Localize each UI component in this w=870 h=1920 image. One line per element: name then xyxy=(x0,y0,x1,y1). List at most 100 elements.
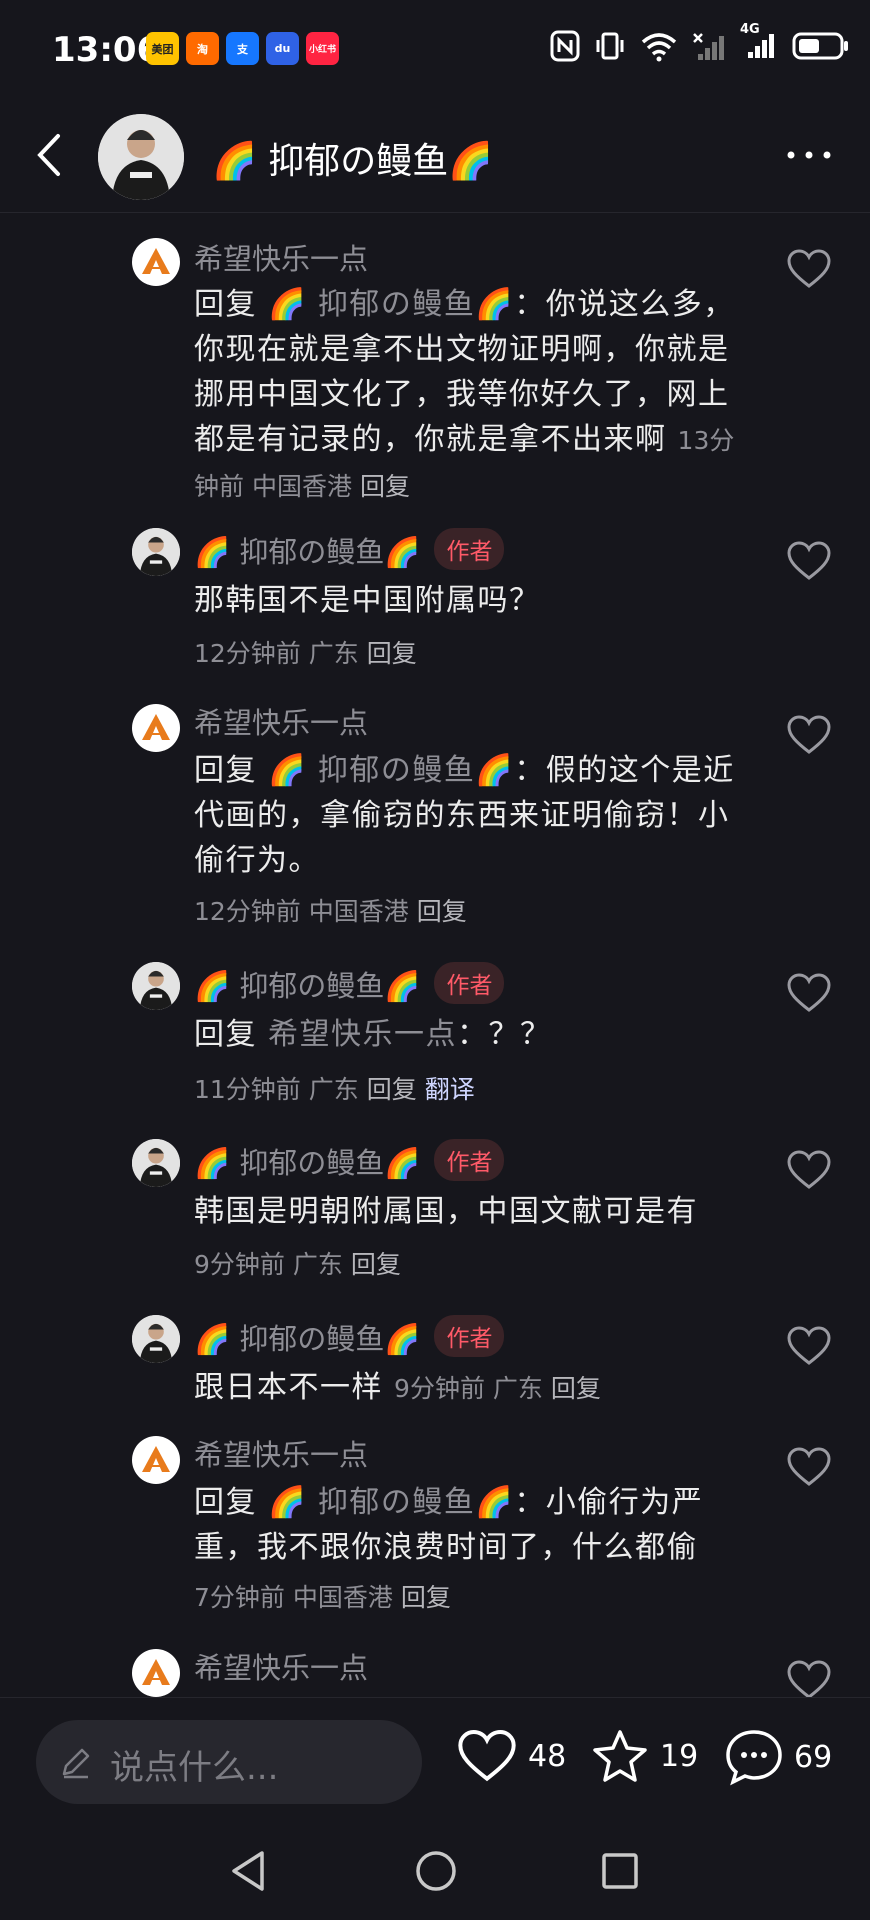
more-options-icon[interactable] xyxy=(784,140,834,170)
baidu-app-icon: du xyxy=(266,32,299,65)
like-heart-icon[interactable] xyxy=(786,972,832,1014)
like-button[interactable]: 48 xyxy=(456,1728,566,1784)
favorite-button[interactable]: 19 xyxy=(590,1728,698,1784)
comment-author[interactable]: 🌈 抑郁の鳗鱼🌈 作者 xyxy=(194,1315,505,1358)
pencil-icon xyxy=(62,1748,90,1779)
author-badge: 作者 xyxy=(434,1315,505,1357)
comment-meta: 11分钟前 广东 回复 翻译 xyxy=(194,1070,475,1106)
like-heart-icon[interactable] xyxy=(786,1149,832,1191)
comment-meta: 9分钟前 广东 回复 xyxy=(194,1245,401,1281)
reply-button[interactable]: 回复 xyxy=(367,1075,417,1104)
comment-meta: 12分钟前 中国香港 回复 xyxy=(194,892,467,928)
comment-meta: 7分钟前 中国香港 回复 xyxy=(194,1578,451,1614)
reply-target[interactable]: 🌈 抑郁の鳗鱼🌈 xyxy=(268,1485,514,1520)
user-avatar[interactable] xyxy=(132,704,180,752)
comment-body: 韩国是明朝附属国，中国文献可是有 xyxy=(194,1194,698,1229)
star-icon xyxy=(593,1730,647,1782)
user-avatar[interactable] xyxy=(132,238,180,286)
like-heart-icon[interactable] xyxy=(786,1446,832,1488)
reply-target[interactable]: 🌈 抑郁の鳗鱼🌈 xyxy=(268,753,514,788)
nav-recents-icon[interactable] xyxy=(600,1851,640,1891)
input-placeholder: 说点什么... xyxy=(110,1748,279,1788)
author-badge: 作者 xyxy=(434,528,505,570)
comment-author[interactable]: 希望快乐一点 xyxy=(194,700,368,742)
comment-count: 69 xyxy=(794,1739,833,1775)
comment-text: 跟日本不一样 9分钟前 广东 回复 xyxy=(194,1365,750,1411)
user-avatar[interactable] xyxy=(132,1436,180,1484)
taobao-app-icon: 淘 xyxy=(186,32,219,65)
cell-signal: 4G xyxy=(740,22,778,64)
comment-time: 11分钟前 xyxy=(194,1075,301,1104)
comment-text: 回复 🌈 抑郁の鳗鱼🌈：小偷行为严重，我不跟你浪费时间了，什么都偷 xyxy=(194,1480,750,1570)
comment-meta: 9分钟前 广东 回复 xyxy=(394,1374,601,1403)
system-icons: 4G xyxy=(550,22,850,64)
status-bar: 13:06 美团 淘 支 du 小红书 4G xyxy=(0,0,870,100)
comment-location: 广东 xyxy=(492,1374,543,1403)
author-name: 🌈 抑郁の鳗鱼🌈 xyxy=(194,969,421,1003)
comment-location: 广东 xyxy=(308,639,359,668)
header-avatar[interactable] xyxy=(98,114,184,200)
reply-button[interactable]: 回复 xyxy=(401,1583,451,1612)
comment-body: 跟日本不一样 xyxy=(194,1370,383,1405)
comment-time: 9分钟前 xyxy=(194,1250,285,1279)
user-avatar[interactable] xyxy=(132,1649,180,1697)
comment-location: 中国香港 xyxy=(292,1583,393,1612)
author-name: 🌈 抑郁の鳗鱼🌈 xyxy=(194,535,421,569)
comment-author[interactable]: 🌈 抑郁の鳗鱼🌈 作者 xyxy=(194,528,505,571)
comment-time: 9分钟前 xyxy=(394,1374,485,1403)
author-avatar[interactable] xyxy=(132,962,180,1010)
reply-prefix: 回复 xyxy=(194,287,269,322)
comment-time: 12分钟前 xyxy=(194,639,301,668)
favorite-count: 19 xyxy=(660,1738,699,1774)
nav-back-icon[interactable] xyxy=(228,1849,268,1893)
reply-prefix: 回复 xyxy=(194,753,269,788)
reply-prefix: 回复 xyxy=(194,1485,269,1520)
network-type: 4G xyxy=(740,22,760,37)
like-heart-icon[interactable] xyxy=(786,540,832,582)
reply-button[interactable]: 回复 xyxy=(360,472,410,501)
author-badge: 作者 xyxy=(434,962,505,1004)
comment-author[interactable]: 希望快乐一点 xyxy=(194,1645,368,1687)
vibrate-icon xyxy=(596,32,624,60)
battery-icon xyxy=(792,32,848,60)
author-avatar[interactable] xyxy=(132,528,180,576)
comment-author[interactable]: 希望快乐一点 xyxy=(194,236,368,278)
nav-home-icon[interactable] xyxy=(414,1849,458,1893)
comment-body: ：？？ xyxy=(457,1017,552,1052)
reply-button[interactable]: 回复 xyxy=(417,897,467,926)
comment-body: 那韩国不是中国附属吗？ xyxy=(194,583,541,618)
like-heart-icon[interactable] xyxy=(786,1325,832,1367)
author-avatar[interactable] xyxy=(132,1139,180,1187)
comment-meta: 12分钟前 广东 回复 xyxy=(194,634,417,670)
comment-author[interactable]: 🌈 抑郁の鳗鱼🌈 作者 xyxy=(194,1139,505,1182)
reply-button[interactable]: 回复 xyxy=(551,1374,601,1403)
comment-text: 那韩国不是中国附属吗？ xyxy=(194,578,750,623)
translate-button[interactable]: 翻译 xyxy=(425,1075,475,1104)
reply-target[interactable]: 希望快乐一点 xyxy=(268,1017,457,1052)
reply-button[interactable]: 回复 xyxy=(351,1250,401,1279)
comment-author[interactable]: 希望快乐一点 xyxy=(194,1432,368,1474)
comment-author[interactable]: 🌈 抑郁の鳗鱼🌈 作者 xyxy=(194,962,505,1005)
signal-off-icon xyxy=(693,33,724,60)
heart-icon xyxy=(458,1729,516,1782)
author-avatar[interactable] xyxy=(132,1315,180,1363)
status-time: 13:06 xyxy=(52,30,161,70)
comment-input[interactable]: 说点什么... xyxy=(36,1720,422,1804)
like-heart-icon[interactable] xyxy=(786,714,832,756)
alipay-app-icon: 支 xyxy=(226,32,259,65)
xiaohongshu-app-icon: 小红书 xyxy=(306,32,339,65)
comment-location: 广东 xyxy=(292,1250,343,1279)
comment-time: 7分钟前 xyxy=(194,1583,285,1612)
comment-text: 韩国是明朝附属国，中国文献可是有 xyxy=(194,1189,750,1234)
like-heart-icon[interactable] xyxy=(786,1659,832,1701)
like-heart-icon[interactable] xyxy=(786,248,832,290)
back-arrow-icon[interactable] xyxy=(30,130,70,180)
reply-target[interactable]: 🌈 抑郁の鳗鱼🌈 xyxy=(268,287,514,322)
comment-button[interactable]: 69 xyxy=(724,1728,832,1786)
author-name: 🌈 抑郁の鳗鱼🌈 xyxy=(194,1322,421,1356)
comment-location: 中国香港 xyxy=(251,472,352,501)
reply-prefix: 回复 xyxy=(194,1017,269,1052)
like-count: 48 xyxy=(528,1738,567,1774)
comment-text: 回复 🌈 抑郁の鳗鱼🌈：假的这个是近代画的，拿偷窃的东西来证明偷窃！小偷行为。 xyxy=(194,748,750,883)
reply-button[interactable]: 回复 xyxy=(367,639,417,668)
